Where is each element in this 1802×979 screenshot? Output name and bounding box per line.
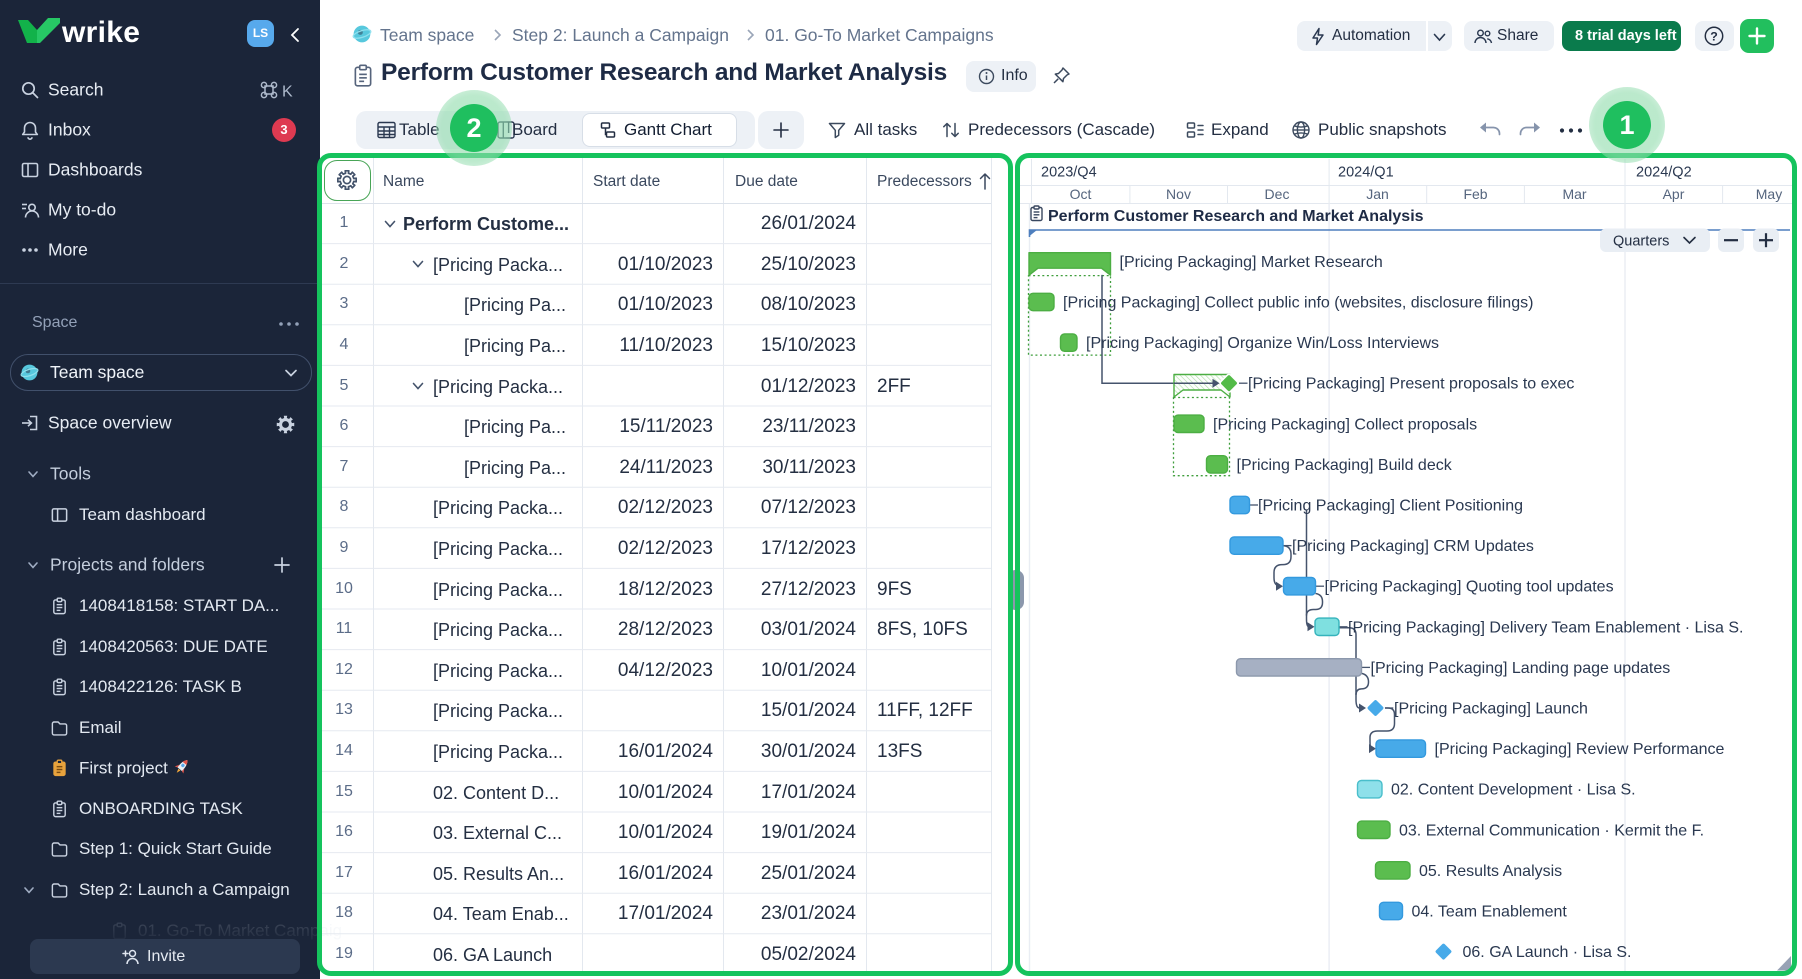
svg-text:wrike: wrike: [61, 16, 140, 48]
svg-text:K: K: [282, 84, 293, 101]
svg-text:?: ?: [1710, 29, 1718, 43]
